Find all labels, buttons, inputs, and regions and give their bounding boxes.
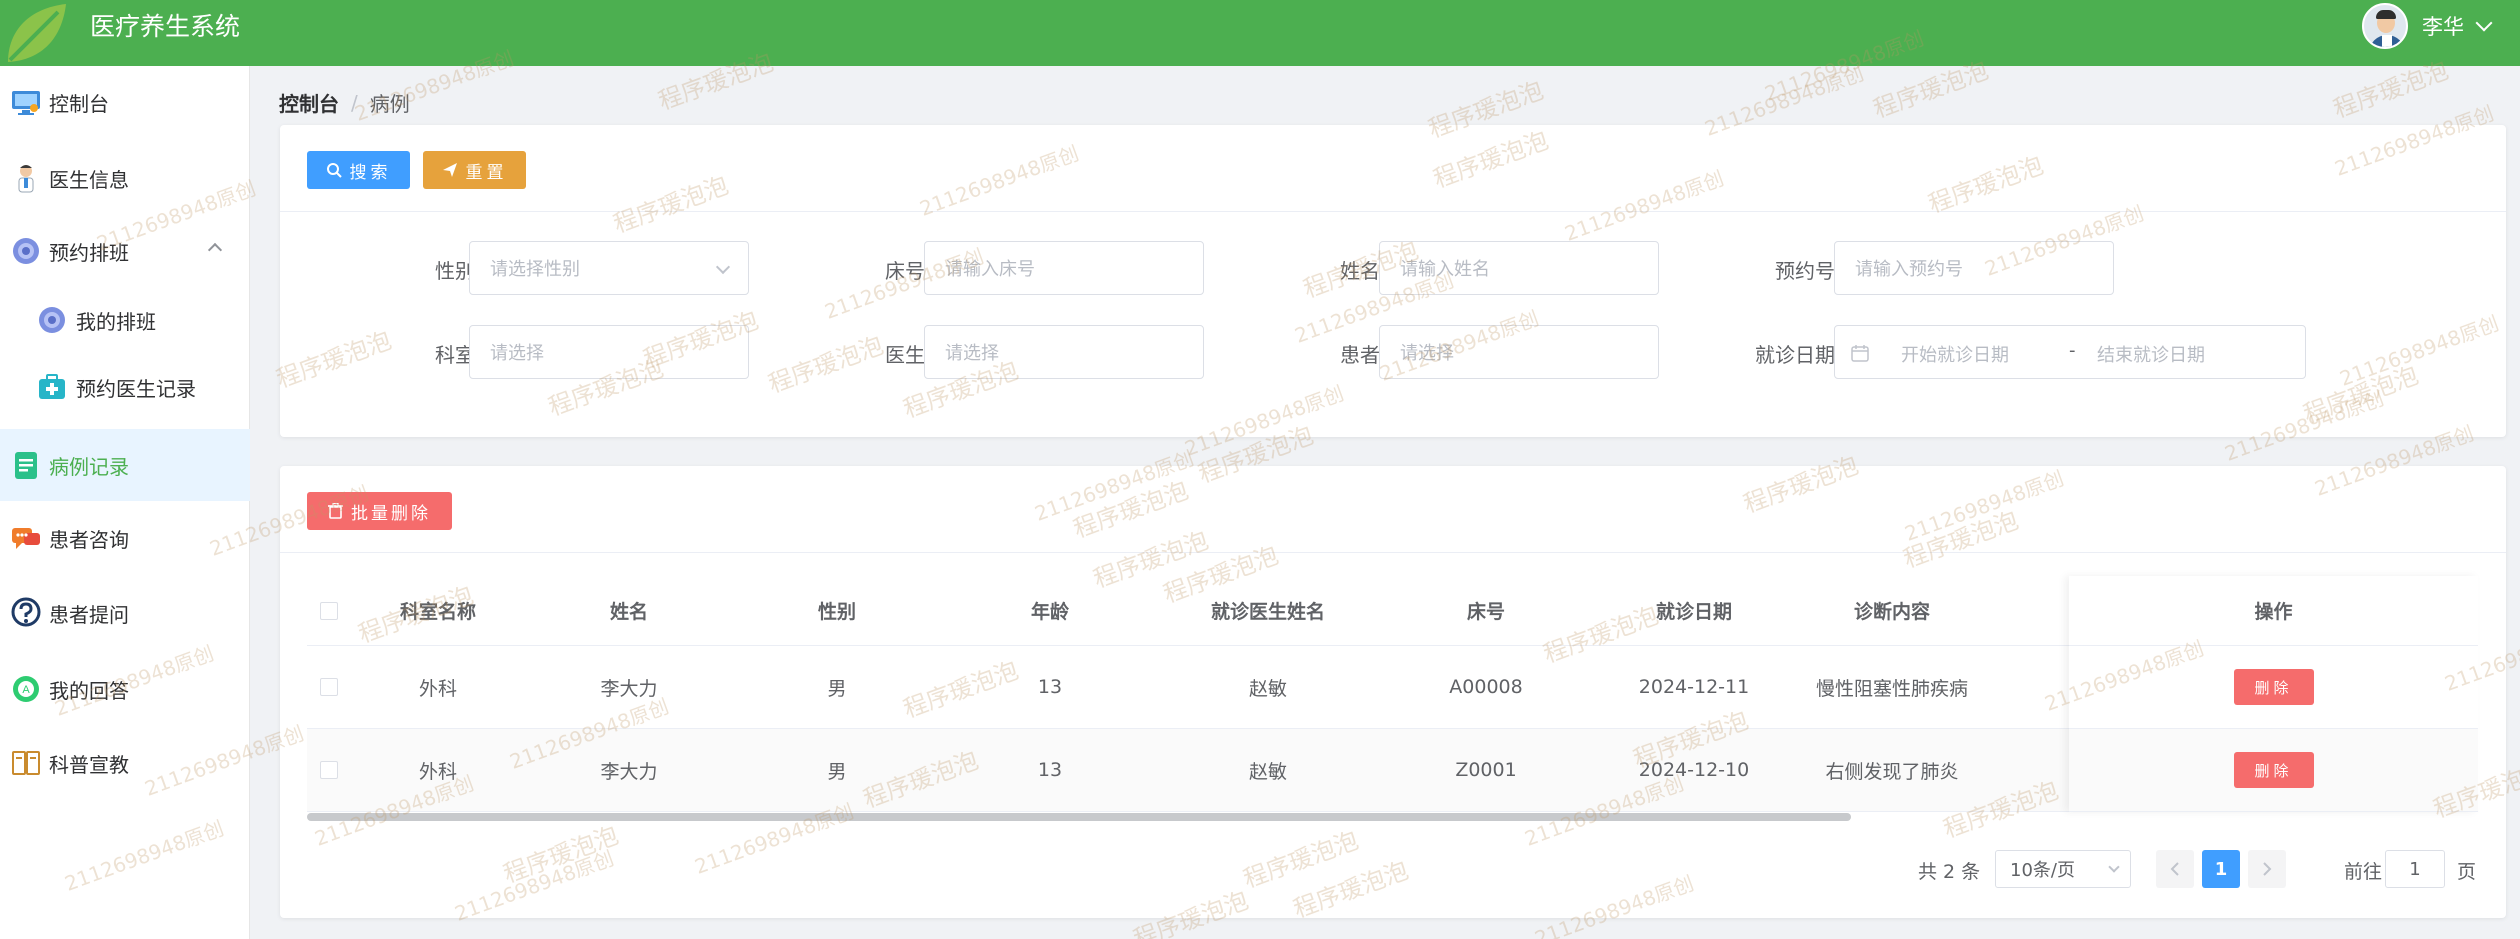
breadcrumb-current: 病例 (369, 92, 410, 116)
user-avatar[interactable] (2362, 3, 2408, 49)
answer-icon: A (13, 676, 39, 702)
search-button[interactable]: 搜索 (307, 151, 410, 189)
department-label: 科室 (435, 343, 475, 367)
chevron-down-icon (715, 259, 731, 275)
document-icon (15, 452, 37, 479)
calendar-icon (1851, 345, 1869, 362)
chevron-down-icon[interactable] (2475, 14, 2493, 32)
medical-kit-icon (39, 374, 65, 399)
app-title: 医疗养生系统 (90, 12, 241, 41)
search-icon (326, 163, 342, 178)
bed-input[interactable]: 请输入床号 (924, 241, 1204, 295)
fixed-action-column (2069, 576, 2478, 812)
select-all-checkbox[interactable] (320, 601, 338, 620)
reset-button[interactable]: 重置 (423, 151, 526, 189)
breadcrumb: 控制台 / 病例 (279, 88, 410, 117)
column-header[interactable]: 性别 (733, 576, 941, 645)
user-menu[interactable]: 李华 (2362, 0, 2493, 52)
chat-icon (12, 528, 40, 549)
svg-text:A: A (22, 684, 30, 696)
chevron-up-icon[interactable] (207, 242, 223, 258)
pagination-total: 共 2 条 (1918, 860, 1981, 883)
column-header[interactable]: 姓名 (525, 576, 733, 645)
send-icon (442, 163, 457, 177)
date-end-input[interactable]: 结束就诊日期 (2097, 341, 2205, 367)
prev-page-button[interactable] (2156, 850, 2194, 888)
book-icon (12, 751, 40, 775)
sidebar-item-appointment-records[interactable]: 预约医生记录 (0, 351, 250, 423)
date-start-input[interactable]: 开始就诊日期 (1901, 341, 2009, 367)
row-checkbox[interactable] (320, 761, 338, 779)
column-header[interactable]: 科室名称 (351, 576, 525, 645)
top-header: 医疗养生系统 李华 (0, 0, 2520, 66)
chevron-right-icon (2263, 862, 2272, 876)
horizontal-scrollbar[interactable] (307, 813, 1851, 821)
sidebar-item-my-answers[interactable]: A 我的回答 (0, 653, 250, 725)
patient-select[interactable]: 请选择 (1379, 325, 1659, 379)
visit-date-label: 就诊日期 (1755, 343, 1835, 367)
chevron-left-icon (2170, 862, 2179, 876)
column-header[interactable]: 年龄 (941, 576, 1159, 645)
sidebar-item-patient-consult[interactable]: 患者咨询 (0, 502, 250, 574)
column-header[interactable]: 床号 (1377, 576, 1595, 645)
next-page-button[interactable] (2248, 850, 2286, 888)
bed-label: 床号 (885, 259, 925, 283)
doctor-label: 医生 (885, 343, 925, 367)
gear-flower-icon (39, 307, 65, 333)
goto-label: 前往 (2344, 860, 2383, 883)
department-select[interactable]: 请选择 (469, 325, 749, 379)
name-input[interactable]: 请输入姓名 (1379, 241, 1659, 295)
patient-label: 患者 (1340, 343, 1380, 367)
search-panel: 搜索 重置 性别 请选择性别 床号 请输入床号 姓名 请输入姓名 预约号 请输入… (280, 125, 2506, 437)
page-number-button[interactable]: 1 (2202, 850, 2240, 888)
appointment-number-input[interactable]: 请输入预约号 (1834, 241, 2114, 295)
page-size-select[interactable]: 10条/页 (1995, 850, 2131, 888)
sidebar-item-appointment-schedule[interactable]: 预约排班 (0, 215, 250, 287)
chevron-down-icon (2108, 861, 2120, 873)
column-header[interactable]: 就诊医生姓名 (1159, 576, 1377, 645)
column-header[interactable]: 诊断内容 (1793, 576, 1991, 645)
column-header[interactable]: 就诊日期 (1595, 576, 1793, 645)
goto-page-input[interactable]: 1 (2385, 850, 2445, 888)
row-checkbox[interactable] (320, 678, 338, 696)
sidebar-item-science-education[interactable]: 科普宣教 (0, 727, 250, 799)
question-icon (11, 597, 41, 627)
gear-flower-icon (13, 238, 39, 264)
doctor-icon (18, 165, 34, 193)
sidebar: 控制台 医生信息 预约排班 我的排班 预约医生记录 病例记录 患者咨询 患者提问… (0, 66, 250, 939)
name-label: 姓名 (1340, 259, 1380, 283)
appointment-number-label: 预约号 (1775, 259, 1835, 283)
sidebar-item-patient-questions[interactable]: 患者提问 (0, 577, 250, 649)
trash-icon (328, 503, 343, 519)
gender-select[interactable]: 请选择性别 (469, 241, 749, 295)
leaf-logo-icon (8, 4, 66, 62)
sidebar-item-dashboard[interactable]: 控制台 (0, 66, 250, 138)
breadcrumb-separator: / (351, 90, 358, 115)
batch-delete-button[interactable]: 批量删除 (307, 492, 452, 530)
table-panel: 批量删除 科室名称 姓名 性别 年龄 就诊医生姓名 床号 就诊日期 诊断内容 操… (280, 466, 2506, 918)
page-unit-label: 页 (2457, 860, 2477, 883)
user-name[interactable]: 李华 (2422, 11, 2464, 41)
sidebar-item-doctor-info[interactable]: 医生信息 (0, 142, 250, 214)
monitor-icon (12, 91, 40, 115)
doctor-select[interactable]: 请选择 (924, 325, 1204, 379)
sidebar-item-case-records[interactable]: 病例记录 (0, 429, 250, 501)
sidebar-item-my-schedule[interactable]: 我的排班 (0, 284, 250, 356)
visit-date-range-picker[interactable]: 开始就诊日期 - 结束就诊日期 (1834, 325, 2306, 379)
gender-label: 性别 (435, 259, 475, 283)
breadcrumb-home[interactable]: 控制台 (279, 88, 339, 117)
